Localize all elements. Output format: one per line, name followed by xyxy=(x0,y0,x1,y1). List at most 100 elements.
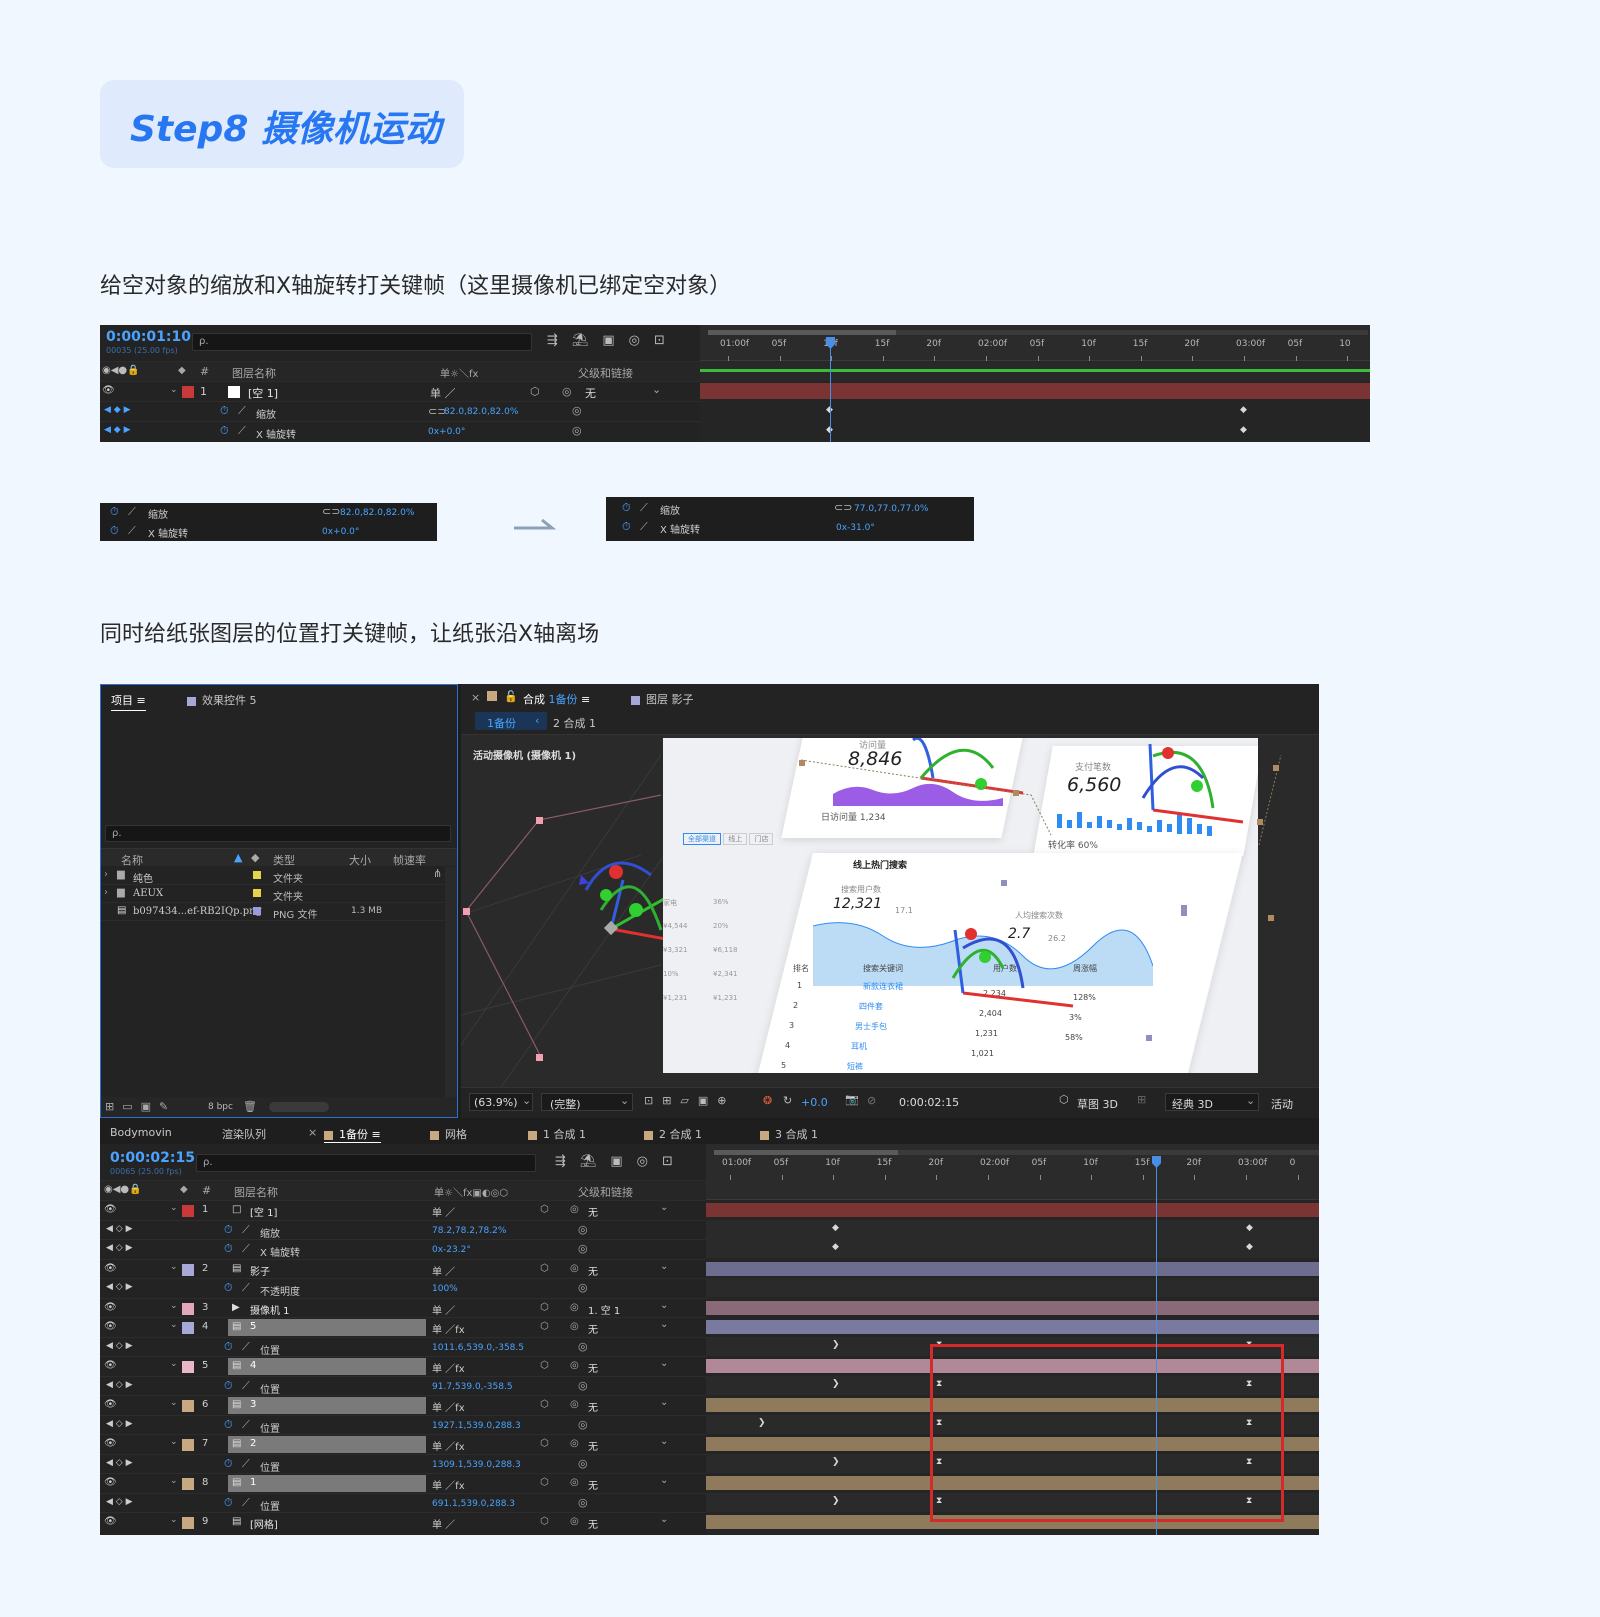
3d-cube-icon[interactable]: ⬡ xyxy=(540,1263,549,1274)
pickwhip-icon[interactable]: ◎ xyxy=(572,404,582,417)
col-fps[interactable]: 帧速率 xyxy=(393,852,426,868)
keyframe[interactable]: ❯ xyxy=(832,1379,840,1389)
color-channels-icon[interactable]: ❂ xyxy=(763,1094,772,1107)
keyframe[interactable]: ◆ xyxy=(1246,1242,1253,1252)
playhead-line[interactable] xyxy=(1156,1164,1157,1535)
layer-name[interactable]: 5 xyxy=(250,1321,256,1332)
prop-value[interactable]: 82.0,82.0,82.0% xyxy=(444,407,518,417)
layer-row[interactable]: 👁 ⌄ 5 ▤ 4 单 ／fx ⬡ ◎ 无 ⌄ xyxy=(100,1356,706,1376)
keyframe[interactable]: ❯ xyxy=(832,1340,840,1350)
chevron-down-icon[interactable]: ⌄ xyxy=(170,1515,178,1525)
breadcrumb-next[interactable]: 2 合成 1 xyxy=(553,715,596,731)
pickwhip-icon[interactable]: ◎ xyxy=(578,1418,588,1431)
viewer-timecode[interactable]: 0:00:02:15 xyxy=(899,1096,959,1109)
eye-icon[interactable]: 👁 xyxy=(104,1516,117,1527)
zoom-select[interactable]: (63.9%) ⌄ xyxy=(469,1093,533,1111)
switches-icon[interactable]: 单 ／fx xyxy=(432,1321,465,1336)
keyframe[interactable]: ◆ xyxy=(1246,1223,1253,1233)
chevron-down-icon[interactable]: ⌄ xyxy=(660,1436,668,1447)
label-color-swatch[interactable] xyxy=(253,871,261,879)
layer-row[interactable]: 👁 ⌄ 7 ▤ 2 单 ／fx ⬡ ◎ 无 ⌄ xyxy=(100,1434,706,1454)
layer-bar[interactable] xyxy=(706,1261,1319,1276)
layer-search[interactable]: ρ. xyxy=(192,333,532,351)
parent-select[interactable]: 无 xyxy=(588,1263,598,1278)
parent-select[interactable]: 无 xyxy=(588,1516,598,1531)
prop-value[interactable]: 78.2,78.2,78.2% xyxy=(432,1226,506,1236)
switches-icon[interactable]: 单 ／ xyxy=(432,1302,455,1317)
stopwatch-icon[interactable]: ⏱ xyxy=(224,1496,233,1510)
layer-name-box[interactable]: ▤ 1 xyxy=(228,1475,426,1492)
breadcrumb-active[interactable]: 1备份 ‹ xyxy=(475,712,547,730)
layer-name[interactable]: 2 xyxy=(250,1438,256,1449)
parent-select[interactable]: 无 xyxy=(588,1477,598,1492)
keyframe-nav-icon[interactable]: ◀ ◇ ▶ xyxy=(106,1497,133,1507)
layer-name-box[interactable]: ▤ [网格] xyxy=(228,1514,426,1531)
prop-row[interactable]: ◀ ◇ ▶ ⏱ ⟋ 位置 1309.1,539.0,288.3 ◎ xyxy=(100,1453,706,1474)
stopwatch-icon[interactable]: ⏱ xyxy=(224,1242,233,1256)
parent-select[interactable]: 无 xyxy=(585,385,596,401)
stopwatch-icon[interactable]: ⏱ xyxy=(224,1223,233,1237)
camera-snapshot-icon[interactable]: 📷 xyxy=(845,1093,859,1106)
chevron-down-icon[interactable]: ⌄ xyxy=(660,1202,668,1213)
grid-icon[interactable]: ⊞ xyxy=(1137,1093,1146,1106)
keyframe[interactable]: ❯ xyxy=(758,1418,766,1428)
chevron-down-icon[interactable]: ⌄ xyxy=(170,1437,178,1447)
pickwhip-icon[interactable]: ◎ xyxy=(570,1438,579,1449)
3d-cube-icon[interactable]: ⬡ xyxy=(540,1204,549,1215)
graph-icon[interactable]: ⟋ xyxy=(238,404,246,418)
eye-icon[interactable]: 👁 xyxy=(104,1263,117,1274)
stopwatch-icon[interactable]: ⏱ xyxy=(224,1379,233,1393)
layer-row[interactable]: 👁 ⌄ 9 ▤ [网格] 单 ／ ⬡ ◎ 无 ⌄ xyxy=(100,1512,706,1532)
eye-icon[interactable]: 👁 xyxy=(104,1477,117,1488)
viewer-tool-icons[interactable]: ⊡⊞▱▣⊕ xyxy=(644,1094,736,1107)
label-color-swatch[interactable] xyxy=(182,1302,194,1315)
timeline-track-area[interactable]: 01:00f05f10f15f20f02:00f05f10f15f20f03:0… xyxy=(700,325,1370,442)
chevron-down-icon[interactable]: ⌄ xyxy=(170,1359,178,1369)
eye-icon[interactable]: 👁 xyxy=(102,385,115,396)
label-color-swatch[interactable] xyxy=(182,1263,194,1276)
3d-cube-icon[interactable]: ⬡ xyxy=(540,1516,549,1527)
prop-value[interactable]: 1011.6,539.0,-358.5 xyxy=(432,1343,524,1353)
pickwhip-icon[interactable]: ◎ xyxy=(578,1496,588,1509)
col-size[interactable]: 大小 xyxy=(349,852,371,868)
3d-cube-icon[interactable]: ⬡ xyxy=(540,1302,549,1313)
tab-composition[interactable]: 合成 1备份 ≡ xyxy=(523,691,590,707)
quality-select[interactable]: (完整) ⌄ xyxy=(541,1093,633,1111)
chevron-down-icon[interactable]: ⌄ xyxy=(660,1358,668,1369)
switches-icon[interactable]: 单 ／ xyxy=(432,1516,455,1531)
layer-name[interactable]: [网格] xyxy=(250,1516,278,1531)
layer-name[interactable]: 4 xyxy=(250,1360,256,1371)
layer-bar[interactable] xyxy=(706,1203,1319,1217)
pickwhip-icon[interactable]: ◎ xyxy=(570,1204,579,1215)
label-color-swatch[interactable] xyxy=(182,1478,194,1490)
prop-row[interactable]: ◀ ◇ ▶ ⏱ ⟋ 缩放 78.2,78.2,78.2% ◎ xyxy=(100,1219,706,1240)
label-color-swatch[interactable] xyxy=(182,1517,194,1529)
close-icon[interactable]: × xyxy=(308,1126,317,1139)
keyframe[interactable]: ◆ xyxy=(1240,425,1247,435)
keyframe-nav-icon[interactable]: ◀ ◇ ▶ xyxy=(106,1341,133,1351)
pickwhip-icon[interactable]: ◎ xyxy=(570,1302,579,1313)
col-type[interactable]: 类型 xyxy=(273,852,295,868)
chevron-down-icon[interactable]: ⌄ xyxy=(660,1397,668,1408)
chevron-down-icon[interactable]: ⌄ xyxy=(660,1300,668,1311)
pickwhip-icon[interactable]: ◎ xyxy=(578,1340,588,1353)
pickwhip-icon[interactable]: ◎ xyxy=(562,385,572,398)
chevron-down-icon[interactable]: ⌄ xyxy=(170,1203,178,1213)
hierarchy-icon[interactable]: ⋔ xyxy=(433,867,442,880)
prop-row[interactable]: ◀ ◇ ▶ ⏱ ⟋ 位置 691.1,539.0,288.3 ◎ xyxy=(100,1492,706,1513)
chevron-down-icon[interactable]: ⌄ xyxy=(170,385,178,395)
parent-select[interactable]: 无 xyxy=(588,1438,598,1453)
keyframe-nav-icon[interactable]: ◀ ◇ ▶ xyxy=(106,1224,133,1234)
label-color-swatch[interactable] xyxy=(253,907,261,915)
close-icon[interactable]: × xyxy=(471,691,480,704)
stopwatch-icon[interactable]: ⏱ xyxy=(224,1457,233,1471)
3d-cube-icon[interactable]: ⬡ xyxy=(540,1438,549,1449)
pickwhip-icon[interactable]: ◎ xyxy=(578,1379,588,1392)
keyframe-nav-icon[interactable]: ◀ ◆ ▶ xyxy=(104,425,131,435)
layer-name-box[interactable]: ▤ 2 xyxy=(228,1436,426,1453)
layer-row[interactable]: 👁 ⌄ 2 ▤ 影子 单 ／ ⬡ ◎ 无 ⌄ xyxy=(100,1258,706,1279)
time-ruler[interactable]: 01:00f 05f 10f 15f 20f 02:00f 05f 10f 15f 20f 03:0… xyxy=(706,1144,1319,1200)
prop-value[interactable]: 1309.1,539.0,288.3 xyxy=(432,1460,521,1470)
parent-select[interactable]: 1. 空 1 xyxy=(588,1302,620,1317)
work-area-range[interactable] xyxy=(708,330,896,335)
